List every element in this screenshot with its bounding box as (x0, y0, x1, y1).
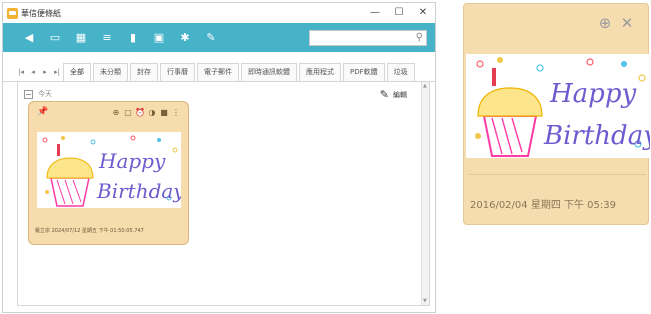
popup-divider (468, 174, 646, 175)
app-logo-icon (7, 7, 18, 19)
happy-text-large: Happy (549, 79, 636, 109)
zoom-icon[interactable]: ⊕ (110, 108, 122, 117)
window-title: 華信便條紙 (21, 8, 61, 18)
tab-email[interactable]: 電子郵件 (197, 63, 239, 81)
tab-trash[interactable]: 垃圾 (386, 63, 415, 81)
copy-icon[interactable]: ▢ (122, 108, 134, 117)
pin-icon[interactable]: 📌 (37, 107, 48, 117)
title-bar: 華信便條紙 — ☐ ✕ (3, 3, 435, 23)
tab-applications[interactable]: 應用程式 (299, 63, 341, 81)
maximize-button[interactable]: ☐ (387, 3, 411, 23)
popup-meta: 2016/02/04 星期四 下午 05:39 (470, 200, 616, 211)
tab-nav-next[interactable]: ▸ (39, 63, 51, 81)
tab-nav-prev[interactable]: ◂ (27, 63, 39, 81)
minimize-button[interactable]: — (363, 3, 387, 23)
back-arrow-icon[interactable]: ◀ (17, 28, 41, 48)
vertical-scrollbar[interactable] (421, 82, 429, 305)
list-icon[interactable]: ≡ (95, 28, 119, 48)
birthday-image-large: Happy Birthday! (466, 54, 651, 158)
edit-button[interactable]: ✎ 編輯 (380, 88, 407, 101)
birthday-text-large: Birthday! (543, 121, 650, 151)
close-icon[interactable]: ✕ (616, 14, 638, 32)
card-icon[interactable]: ▭ (43, 28, 67, 48)
note-toolbar: 📌 ⊕ ▢ ⏰ ◑ ■ ⋮ (29, 102, 188, 122)
tab-calendar[interactable]: 行事曆 (160, 63, 195, 81)
palette-icon[interactable]: ◑ (146, 108, 158, 117)
tab-nav-first[interactable]: |◂ (15, 63, 27, 81)
alarm-icon[interactable]: ⏰ (134, 108, 146, 117)
trash-icon[interactable]: ▮ (121, 28, 145, 48)
birthday-image: Happy Birthday! (37, 132, 193, 208)
archive-icon[interactable]: ▣ (147, 28, 171, 48)
note-actions: ⊕ ▢ ⏰ ◑ ■ ⋮ (110, 108, 182, 117)
toolbar: ◀ ▭ ▦ ≡ ▮ ▣ ✱ ✎ ⚲ (3, 23, 435, 52)
tab-instant-messaging[interactable]: 即時通訊軟體 (241, 63, 297, 81)
note-preview-popup: ⊕ ✕ Happy Birthday! 2016/02/04 星期四 下午 05… (463, 3, 651, 225)
calendar-icon[interactable]: ▦ (69, 28, 93, 48)
close-button[interactable]: ✕ (411, 3, 435, 23)
birthday-text: Birthday! (96, 179, 181, 203)
category-tabs: |◂ ◂ ▸ ▸| 全部 未分類 封存 行事曆 電子郵件 即時通訊軟體 應用程式… (3, 60, 435, 82)
pen-icon[interactable]: ✎ (199, 28, 223, 48)
stamp-icon[interactable]: ■ (158, 108, 170, 117)
tab-all[interactable]: 全部 (63, 63, 91, 81)
edit-icon: ✎ (379, 88, 389, 101)
tab-nav-last[interactable]: ▸| (51, 63, 63, 81)
group-label: 今天 (38, 90, 52, 98)
gear-icon[interactable]: ✱ (173, 28, 197, 48)
tab-uncategorized[interactable]: 未分類 (93, 63, 128, 81)
search-input[interactable]: ⚲ (309, 29, 427, 46)
zoom-in-icon[interactable]: ⊕ (594, 14, 616, 32)
happy-text: Happy (98, 149, 166, 173)
search-icon[interactable]: ⚲ (416, 32, 423, 43)
note-card[interactable]: 📌 ⊕ ▢ ⏰ ◑ ■ ⋮ Happy Birthday! (28, 101, 193, 245)
window-controls: — ☐ ✕ (363, 3, 435, 23)
edit-label: 編輯 (393, 90, 407, 99)
popup-actions: ⊕ ✕ (594, 14, 638, 32)
tab-archived[interactable]: 封存 (130, 63, 158, 81)
tab-pdf[interactable]: PDF軟體 (343, 63, 385, 81)
birthday-drawing-large: Happy Birthday! (466, 54, 651, 158)
birthday-drawing: Happy Birthday! (37, 132, 193, 208)
collapse-icon[interactable]: − (24, 89, 33, 99)
note-meta: 羅立宗 2024/07/12 星期五 下午 01:50:05.747 (35, 228, 144, 234)
group-header-today[interactable]: − 今天 (24, 89, 52, 99)
more-icon[interactable]: ⋮ (170, 108, 182, 117)
